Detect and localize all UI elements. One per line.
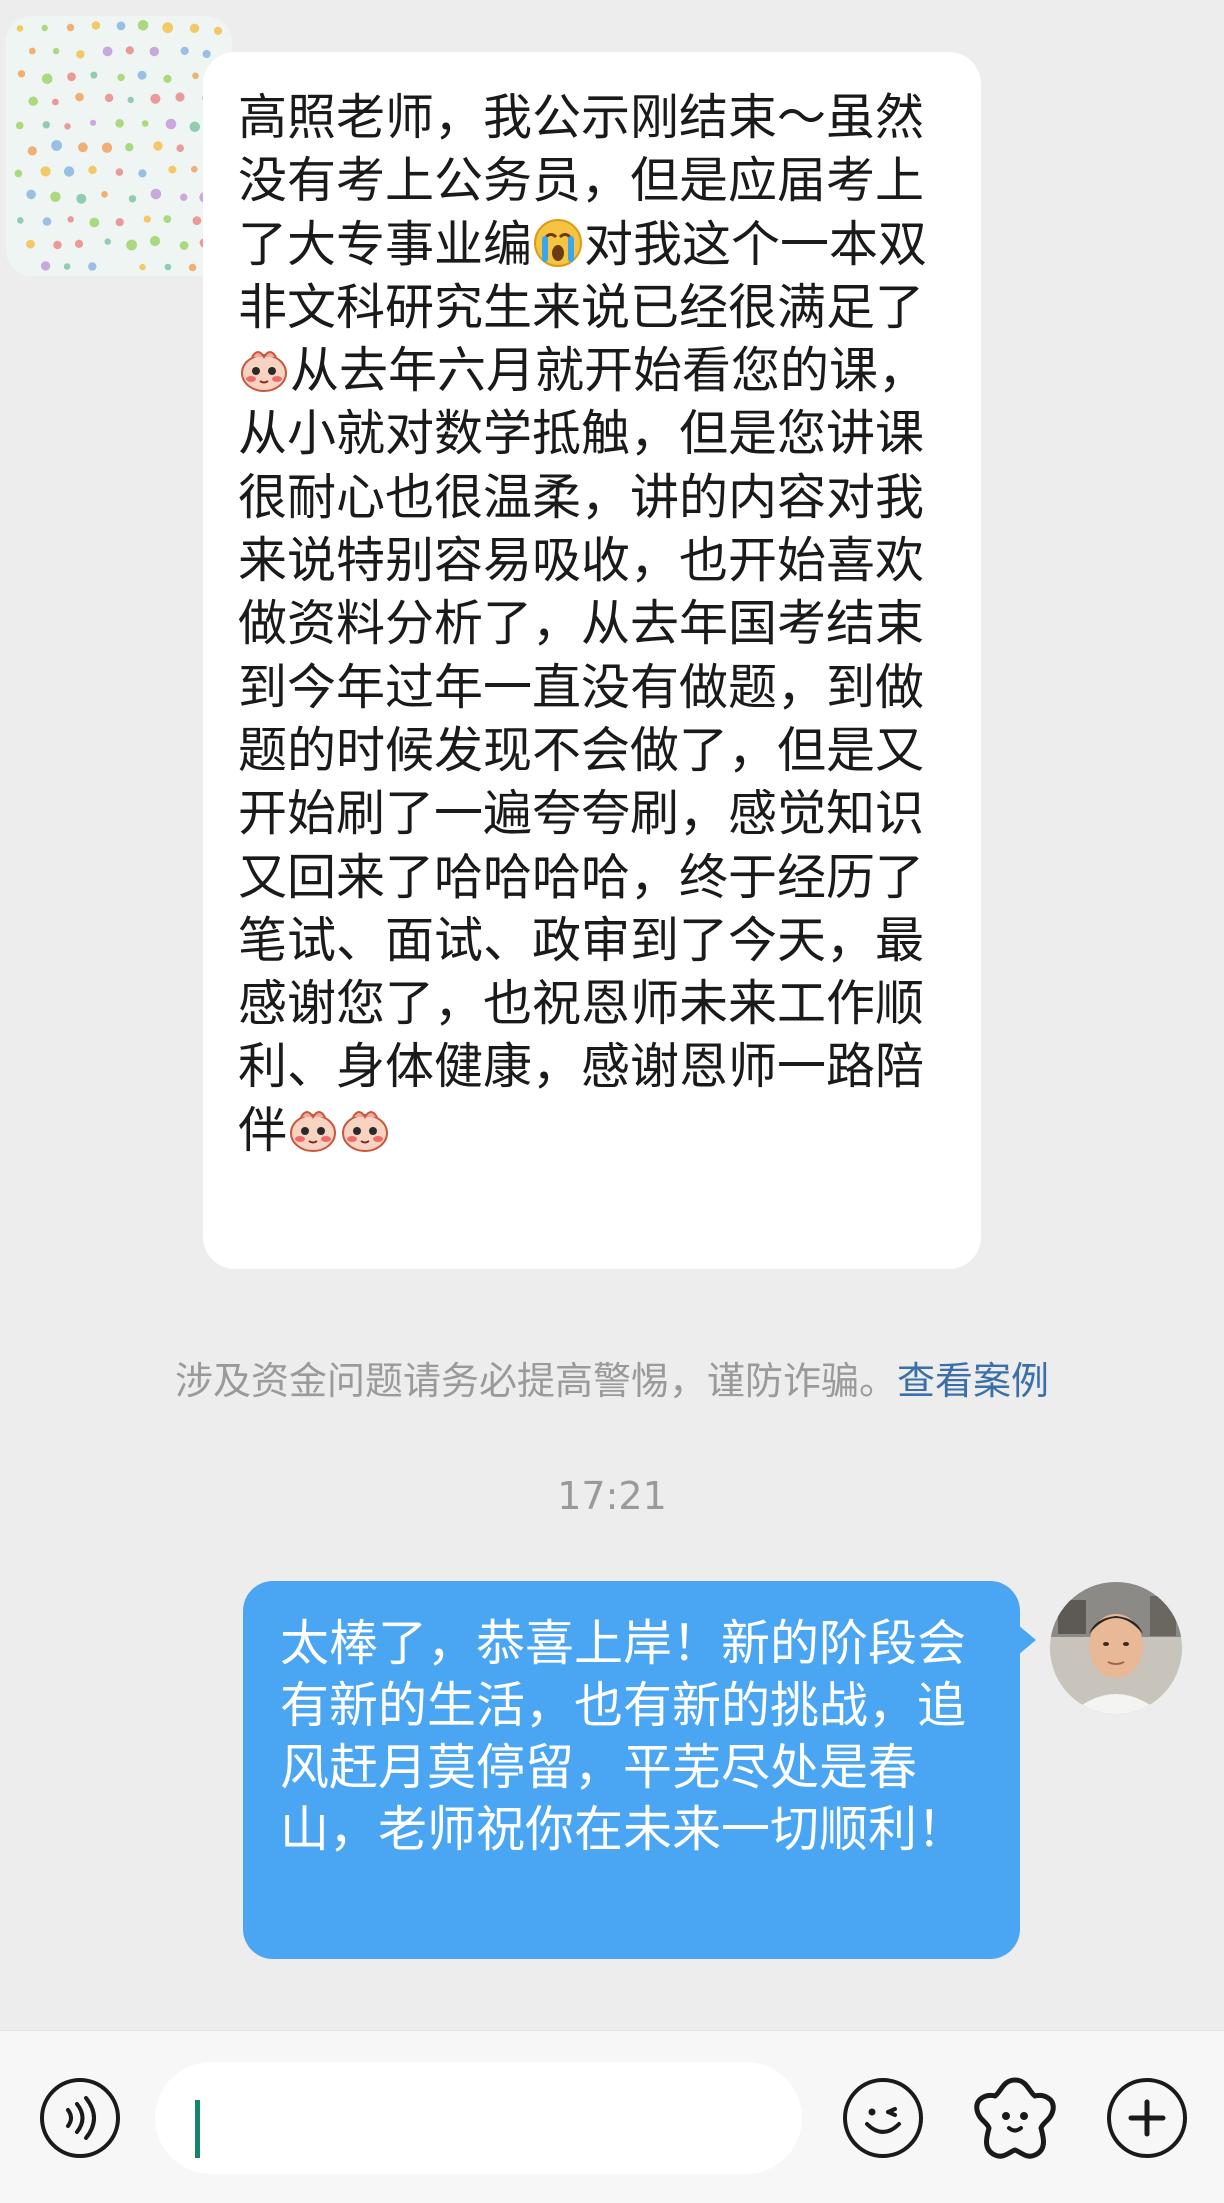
outgoing-message-text: 太棒了，恭喜上岸！新的阶段会有新的生活，也有新的挑战，追风赶月莫停留，平芜尽处是… [280, 1615, 967, 1858]
blushing-sticker-emoji-icon [339, 1103, 391, 1155]
incoming-message-text: 高照老师，我公示刚结束～虽然没有考上公务员，但是应届考上了大专事业编 对我这个一本… [238, 86, 939, 1162]
contact-avatar[interactable] [6, 16, 232, 276]
message-timestamp: 17:21 [557, 1474, 667, 1518]
blushing-sticker-emoji-icon [238, 343, 290, 395]
security-tip: 涉及资金问题请务必提高警惕，谨防诈骗。查看案例 [0, 1350, 1224, 1405]
blushing-sticker-emoji-icon [287, 1103, 339, 1155]
message-input[interactable] [155, 2062, 802, 2174]
chat-input-bar [0, 2030, 1224, 2203]
emoji-face-icon[interactable] [843, 2078, 923, 2158]
sticker-icon[interactable] [969, 2074, 1061, 2164]
my-avatar[interactable] [1050, 1582, 1182, 1714]
plus-icon[interactable] [1107, 2078, 1187, 2158]
message-text-part-3: 从去年六月就开始看您的课，从小就对数学抵触，但是您讲课很耐心也很温柔，讲的内容对… [238, 342, 928, 1159]
crying-emoji-icon [532, 217, 584, 269]
view-cases-link[interactable]: 查看案例 [897, 1359, 1049, 1403]
outgoing-message-bubble[interactable]: 太棒了，恭喜上岸！新的阶段会有新的生活，也有新的挑战，追风赶月莫停留，平芜尽处是… [243, 1581, 1036, 1959]
incoming-message-bubble[interactable]: 高照老师，我公示刚结束～虽然没有考上公务员，但是应届考上了大专事业编 对我这个一本… [203, 52, 981, 1269]
security-tip-text: 涉及资金问题请务必提高警惕，谨防诈骗。 [174, 1359, 897, 1403]
text-caret [195, 2100, 200, 2158]
voice-icon[interactable] [40, 2078, 120, 2158]
